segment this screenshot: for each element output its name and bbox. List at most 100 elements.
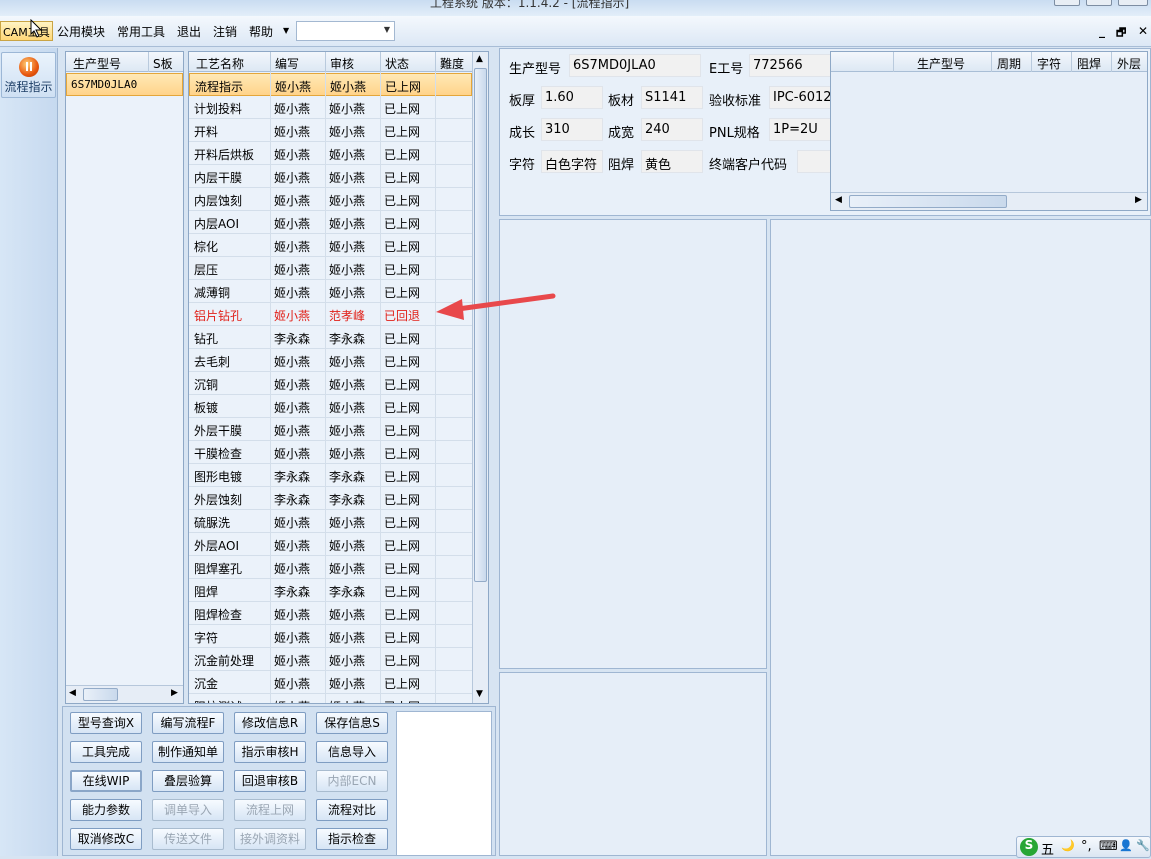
help-dropdown-icon[interactable]: ▼ [283, 26, 289, 35]
ime-mode-label[interactable]: 五 [1041, 839, 1054, 858]
process-row[interactable]: 阻焊检查 姬小燕 姬小燕 已上网 [189, 602, 472, 625]
action-button-4-3[interactable]: 指示检查 [316, 828, 388, 850]
action-button-2-1[interactable]: 叠层验算 [152, 770, 224, 792]
sub-header-solder[interactable]: 阻焊 [1077, 55, 1101, 72]
action-button-1-0[interactable]: 工具完成 [70, 741, 142, 763]
keyboard-icon[interactable]: ⌨ [1099, 839, 1118, 854]
sub-header-char[interactable]: 字符 [1037, 55, 1061, 72]
process-row[interactable]: 图形电镀 李永森 李永森 已上网 [189, 464, 472, 487]
scroll-thumb[interactable] [83, 688, 118, 701]
header-reviewer[interactable]: 审核 [330, 55, 354, 72]
action-button-1-2[interactable]: 指示审核H [234, 741, 306, 763]
menu-common-tools[interactable]: 常用工具 [117, 23, 165, 40]
action-button-3-3[interactable]: 流程对比 [316, 799, 388, 821]
sogou-icon[interactable]: S [1020, 838, 1038, 856]
menubar-combo[interactable]: ▼ [296, 21, 395, 41]
process-row[interactable]: 沉金前处理 姬小燕 姬小燕 已上网 [189, 648, 472, 671]
action-button-0-3[interactable]: 保存信息S [316, 712, 388, 734]
process-row[interactable]: 内层AOI 姬小燕 姬小燕 已上网 [189, 211, 472, 234]
action-button-3-1[interactable]: 调单导入 [152, 799, 224, 821]
scroll-thumb[interactable] [474, 68, 487, 582]
moon-icon[interactable]: 🌙 [1061, 839, 1075, 852]
header-s-board[interactable]: S板 [153, 55, 173, 72]
action-button-2-0[interactable]: 在线WIP [70, 770, 142, 792]
wrench-icon[interactable]: 🔧 [1136, 839, 1150, 852]
scroll-thumb[interactable] [849, 195, 1007, 208]
action-button-0-2[interactable]: 修改信息R [234, 712, 306, 734]
header-writer[interactable]: 编写 [275, 55, 299, 72]
sub-table-hscrollbar[interactable]: ◀ ▶ [831, 192, 1147, 210]
mdi-restore-button[interactable]: 🗗 [1116, 24, 1126, 43]
thickness-field[interactable]: 1.60 [541, 86, 603, 109]
process-row[interactable]: 沉铜 姬小燕 姬小燕 已上网 [189, 372, 472, 395]
standard-field[interactable]: IPC-6012 [769, 86, 831, 109]
menu-logout[interactable]: 注销 [213, 23, 237, 40]
action-button-3-2[interactable]: 流程上网 [234, 799, 306, 821]
process-row[interactable]: 阻抗测试 姬小燕 姬小燕 已上网 [189, 694, 472, 703]
action-button-2-3[interactable]: 内部ECN [316, 770, 388, 792]
action-button-4-0[interactable]: 取消修改C [70, 828, 142, 850]
process-row[interactable]: 计划投料 姬小燕 姬小燕 已上网 [189, 96, 472, 119]
pnl-field[interactable]: 1P=2U [769, 118, 831, 141]
action-button-4-2[interactable]: 接外调资料 [234, 828, 306, 850]
process-row[interactable]: 开料 姬小燕 姬小燕 已上网 [189, 119, 472, 142]
process-row[interactable]: 去毛刺 姬小燕 姬小燕 已上网 [189, 349, 472, 372]
header-model[interactable]: 生产型号 [73, 55, 121, 72]
process-row[interactable]: 板镀 姬小燕 姬小燕 已上网 [189, 395, 472, 418]
scroll-left-icon[interactable]: ◀ [835, 195, 842, 205]
user-icon[interactable]: 👤 [1119, 839, 1133, 852]
menu-exit[interactable]: 退出 [177, 23, 201, 40]
model-list-grid[interactable]: 生产型号 S板 6S7MD0JLA0 ◀ ▶ [65, 51, 184, 704]
process-row[interactable]: 钻孔 李永森 李永森 已上网 [189, 326, 472, 349]
process-row[interactable]: 外层蚀刻 李永森 李永森 已上网 [189, 487, 472, 510]
process-grid[interactable]: 工艺名称 编写 审核 状态 難度 流程指示 姬小燕 姬小燕 已上网 计划投料 姬小燕 姬小燕… [188, 51, 489, 704]
process-row[interactable]: 内层干膜 姬小燕 姬小燕 已上网 [189, 165, 472, 188]
header-difficulty[interactable]: 難度 [440, 55, 464, 72]
menu-help[interactable]: 帮助 [249, 23, 273, 40]
scroll-down-icon[interactable]: ▼ [476, 689, 483, 699]
process-row[interactable]: 干膜检查 姬小燕 姬小燕 已上网 [189, 441, 472, 464]
scroll-right-icon[interactable]: ▶ [1135, 195, 1142, 205]
process-row[interactable]: 阻焊 李永森 李永森 已上网 [189, 579, 472, 602]
length-field[interactable]: 310 [541, 118, 603, 141]
sub-header-outer[interactable]: 外层 [1117, 55, 1141, 72]
width-field[interactable]: 240 [641, 118, 703, 141]
process-row[interactable]: 字符 姬小燕 姬小燕 已上网 [189, 625, 472, 648]
model-row[interactable]: 6S7MD0JLA0 [66, 73, 183, 96]
flow-indication-button[interactable]: 流程指示 [1, 52, 56, 98]
solder-field[interactable]: 黄色 [641, 150, 703, 173]
process-grid-vscrollbar[interactable]: ▲ ▼ [472, 52, 488, 703]
scroll-right-icon[interactable]: ▶ [171, 688, 178, 698]
customer-field[interactable] [797, 150, 831, 173]
action-button-1-3[interactable]: 信息导入 [316, 741, 388, 763]
header-status[interactable]: 状态 [385, 55, 409, 72]
process-row[interactable]: 层压 姬小燕 姬小燕 已上网 [189, 257, 472, 280]
action-button-2-2[interactable]: 回退审核B [234, 770, 306, 792]
process-row[interactable]: 外层AOI 姬小燕 姬小燕 已上网 [189, 533, 472, 556]
model-field[interactable]: 6S7MD0JLA0 [569, 54, 701, 77]
process-row[interactable]: 硫脲洗 姬小燕 姬小燕 已上网 [189, 510, 472, 533]
punctuation-icon[interactable]: °, [1081, 839, 1092, 854]
action-button-3-0[interactable]: 能力参数 [70, 799, 142, 821]
material-field[interactable]: S1141 [641, 86, 703, 109]
process-row[interactable]: 外层干膜 姬小燕 姬小燕 已上网 [189, 418, 472, 441]
window-maximize-button[interactable] [1086, 0, 1112, 6]
action-button-1-1[interactable]: 制作通知单 [152, 741, 224, 763]
menu-common-modules[interactable]: 公用模块 [57, 23, 105, 40]
model-list-hscrollbar[interactable]: ◀ ▶ [66, 685, 183, 703]
char-field[interactable]: 白色字符 [541, 150, 603, 173]
process-row[interactable]: 阻焊塞孔 姬小燕 姬小燕 已上网 [189, 556, 472, 579]
sub-header-cycle[interactable]: 周期 [997, 55, 1021, 72]
action-button-4-1[interactable]: 传送文件 [152, 828, 224, 850]
mdi-minimize-button[interactable]: _ [1099, 24, 1105, 38]
scroll-left-icon[interactable]: ◀ [69, 688, 76, 698]
header-process-name[interactable]: 工艺名称 [196, 55, 244, 72]
process-row[interactable]: 开料后烘板 姬小燕 姬小燕 已上网 [189, 142, 472, 165]
process-row[interactable]: 沉金 姬小燕 姬小燕 已上网 [189, 671, 472, 694]
mdi-close-button[interactable]: ✕ [1138, 24, 1148, 38]
memo-box[interactable] [396, 711, 492, 856]
window-close-button[interactable] [1118, 0, 1148, 6]
sub-table[interactable]: 生产型号 周期 字符 阻焊 外层 ◀ ▶ [830, 51, 1148, 211]
action-button-0-0[interactable]: 型号查询X [70, 712, 142, 734]
window-minimize-button[interactable] [1054, 0, 1080, 6]
